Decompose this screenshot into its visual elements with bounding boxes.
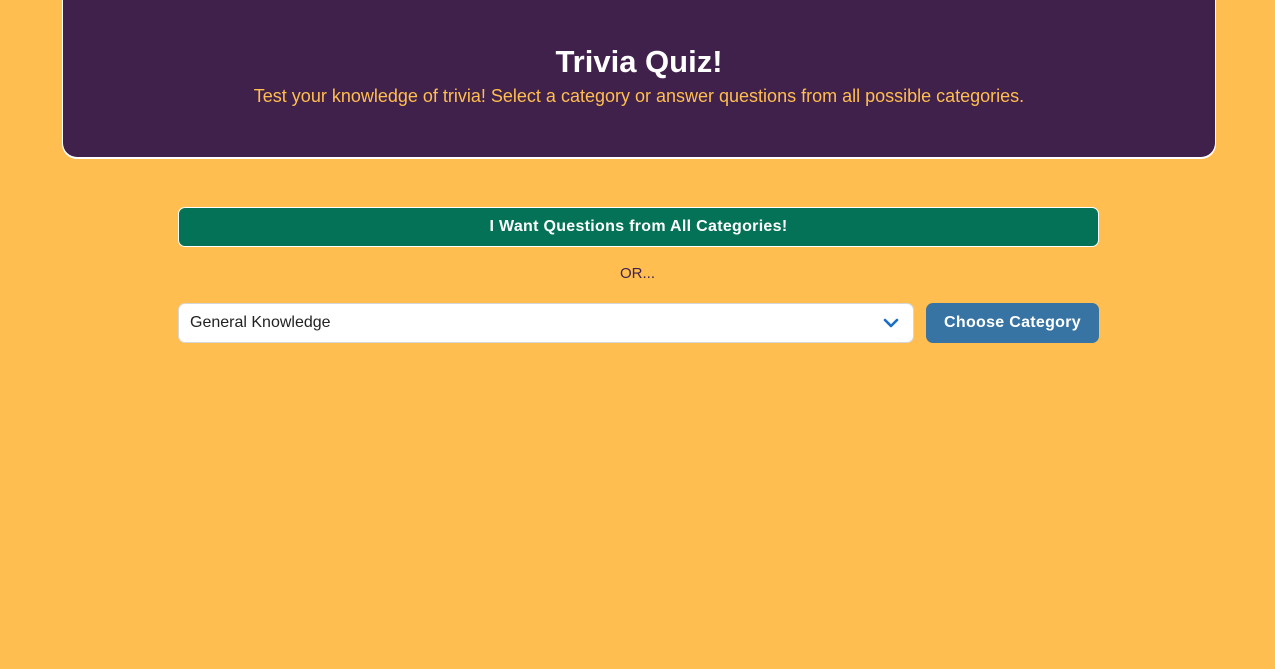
category-select[interactable]: General Knowledge: [178, 303, 914, 343]
category-select-value: General Knowledge: [190, 314, 331, 331]
chevron-down-icon: [883, 318, 899, 328]
choose-category-button[interactable]: Choose Category: [926, 303, 1099, 343]
page-title: Trivia Quiz!: [555, 44, 723, 79]
all-categories-button[interactable]: I Want Questions from All Categories!: [178, 207, 1099, 247]
page-header: Trivia Quiz! Test your knowledge of triv…: [63, 0, 1215, 157]
page-subtitle: Test your knowledge of trivia! Select a …: [253, 86, 1025, 106]
or-separator: OR...: [619, 265, 655, 282]
trivia-page: Trivia Quiz! Test your knowledge of triv…: [0, 0, 1275, 669]
